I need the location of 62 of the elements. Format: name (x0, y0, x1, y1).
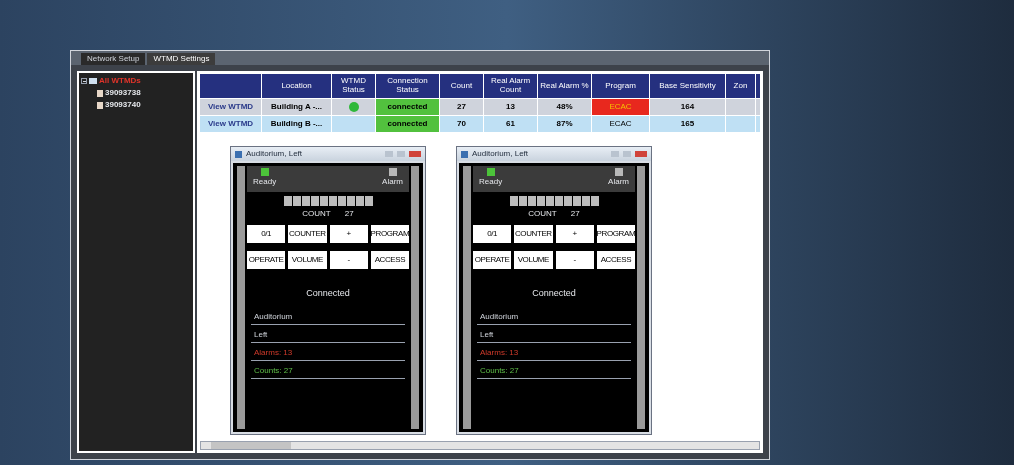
tree-item[interactable]: 39093740 (105, 99, 141, 111)
alarm-label: Alarm (382, 176, 403, 188)
table-cell: 87% (538, 116, 592, 132)
connection-status: Connected (306, 287, 350, 300)
keypad-button[interactable]: + (555, 225, 594, 243)
keypad-button[interactable]: COUNTER (514, 225, 553, 243)
count-label: COUNT (528, 208, 557, 220)
table-cell: connected (376, 116, 440, 132)
connection-status: Connected (532, 287, 576, 300)
minimize-button[interactable] (385, 151, 393, 157)
window-title: Auditorium, Left (472, 148, 529, 160)
folder-icon (89, 78, 97, 84)
count-label: COUNT (302, 208, 331, 220)
count-value: 27 (344, 208, 354, 220)
keypad-button[interactable]: OPERATE (247, 251, 286, 269)
minimize-button[interactable] (611, 151, 619, 157)
app-icon (461, 150, 468, 158)
alarm-label: Alarm (608, 176, 629, 188)
table-cell: Building B -... (262, 116, 332, 132)
count-value: 27 (570, 208, 580, 220)
table-cell: connected (376, 99, 440, 115)
view-link[interactable]: View WTMD (200, 116, 262, 132)
app-icon (235, 150, 242, 158)
info-field: Alarms: 13 (477, 346, 631, 361)
keypad-button[interactable]: COUNTER (288, 225, 327, 243)
table-cell: 165 (650, 116, 726, 132)
maximize-button[interactable] (397, 151, 405, 157)
tab[interactable]: Network Setup (81, 53, 146, 65)
keypad-button[interactable]: VOLUME (514, 251, 553, 269)
table-cell: ECAC (592, 99, 650, 115)
table-cell: 61 (484, 116, 538, 132)
maximize-button[interactable] (623, 151, 631, 157)
keypad-button[interactable]: ACCESS (596, 251, 635, 269)
info-field: Alarms: 13 (251, 346, 405, 361)
keypad-button[interactable]: ACCESS (370, 251, 409, 269)
keypad-button[interactable]: VOLUME (288, 251, 327, 269)
keypad-button[interactable]: PROGRAM (370, 225, 409, 243)
horizontal-scrollbar[interactable] (200, 441, 760, 450)
keypad-button[interactable]: - (555, 251, 594, 269)
collapse-icon[interactable] (81, 78, 87, 84)
close-button[interactable] (409, 151, 421, 157)
info-field: Left (251, 328, 405, 343)
keypad-button[interactable]: 0/1 (473, 225, 512, 243)
keypad-button[interactable]: + (329, 225, 368, 243)
keypad-button[interactable]: - (329, 251, 368, 269)
tree-item[interactable]: 39093738 (105, 87, 141, 99)
info-field: Left (477, 328, 631, 343)
window-title: Auditorium, Left (246, 148, 303, 160)
table-cell: ECAC (592, 116, 650, 132)
info-field: Auditorium (477, 310, 631, 325)
tree-item[interactable]: All WTMDs (99, 75, 141, 87)
info-field: Auditorium (251, 310, 405, 325)
table-cell: 70 (440, 116, 484, 132)
keypad-button[interactable]: PROGRAM (596, 225, 635, 243)
close-button[interactable] (635, 151, 647, 157)
ready-label: Ready (253, 176, 277, 188)
info-field: Counts: 27 (251, 364, 405, 379)
keypad-button[interactable]: 0/1 (247, 225, 286, 243)
keypad-button[interactable]: OPERATE (473, 251, 512, 269)
info-field: Counts: 27 (477, 364, 631, 379)
ready-label: Ready (479, 176, 503, 188)
tab[interactable]: WTMD Settings (147, 53, 216, 65)
